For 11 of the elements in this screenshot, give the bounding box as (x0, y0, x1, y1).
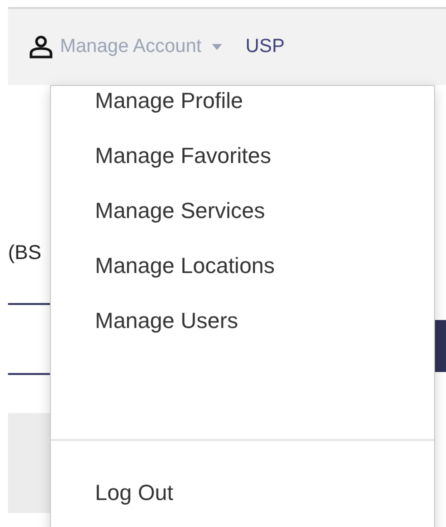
caret-icon (212, 44, 222, 50)
nav-link[interactable]: USP (246, 36, 285, 58)
action-bar (435, 320, 446, 372)
logout-menu-item[interactable]: Log Out (95, 478, 434, 508)
menu-item[interactable]: Manage Locations (95, 251, 434, 281)
menu-item[interactable]: Manage Profile (95, 86, 434, 116)
menu-item[interactable]: Manage Services (95, 196, 434, 226)
user-icon (28, 35, 54, 59)
page-heading: (BS (8, 242, 42, 265)
menu-item[interactable]: Manage Users (95, 306, 434, 336)
menu-item[interactable]: Manage Favorites (95, 141, 434, 171)
